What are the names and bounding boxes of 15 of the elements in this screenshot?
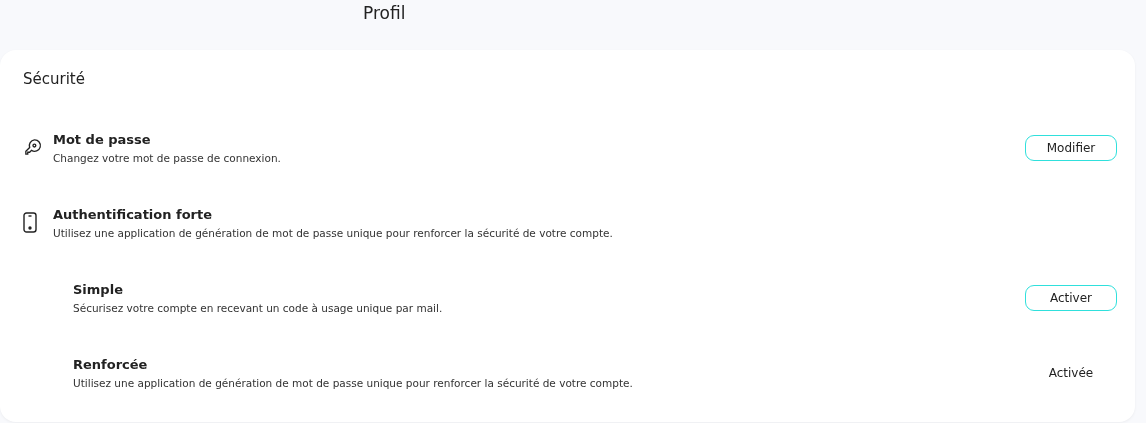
setting-description: Utilisez une application de génération de mot de passe unique pour renforcer la sécurité de votre compte. (53, 226, 613, 239)
phone-icon (23, 212, 37, 233)
section-title: Sécurité (23, 70, 86, 88)
setting-title: Mot de passe (53, 131, 151, 147)
action-button[interactable]: Activer (1025, 284, 1117, 311)
setting-title: Simple (73, 281, 123, 297)
key-icon (23, 138, 42, 157)
setting-description: Utilisez une application de génération de mot de passe unique pour renforcer la sécurité de votre compte. (73, 376, 633, 389)
setting-description: Sécurisez votre compte en recevant un code à usage unique par mail. (73, 301, 443, 314)
status-label: Activée (1047, 365, 1095, 380)
setting-description: Changez votre mot de passe de connexion. (53, 151, 281, 164)
action-button[interactable]: Modifier (1025, 134, 1117, 161)
setting-title: Authentification forte (53, 206, 213, 222)
page-title: Profil (362, 2, 407, 25)
setting-title: Renforcée (73, 356, 148, 372)
